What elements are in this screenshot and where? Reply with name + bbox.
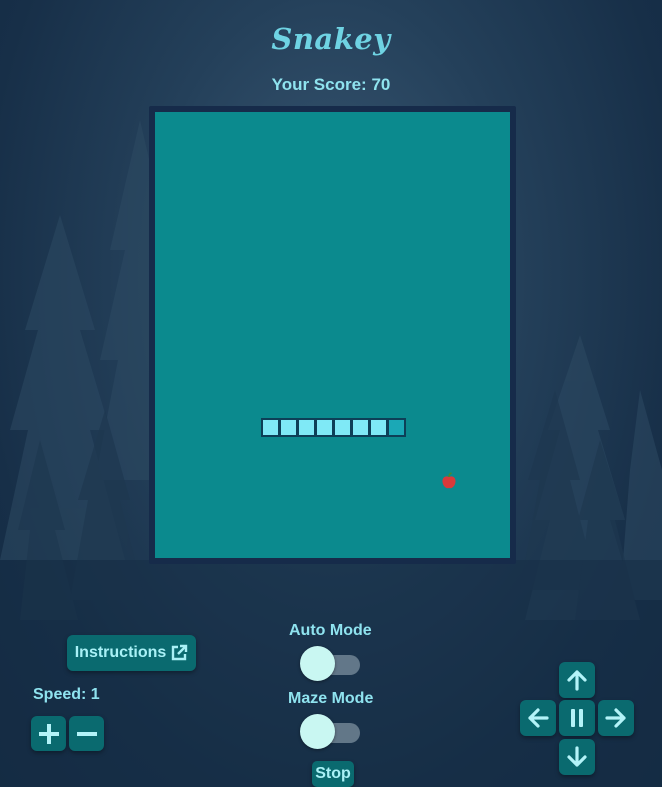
speed-increase-button[interactable] (31, 716, 66, 751)
snake-segment (279, 418, 298, 437)
game-board (149, 106, 516, 564)
instructions-label: Instructions (74, 644, 167, 661)
left-button[interactable] (520, 700, 556, 736)
snake-segment (333, 418, 352, 437)
arrow-right-icon (605, 708, 626, 728)
plus-icon (38, 723, 59, 744)
snake-segment (315, 418, 334, 437)
maze-mode-label: Maze Mode (288, 690, 374, 707)
score-display: Your Score: 70 (271, 75, 391, 94)
stop-button[interactable]: Stop (312, 761, 354, 787)
arrow-down-icon (567, 746, 587, 767)
instructions-button[interactable]: Instructions (67, 635, 196, 671)
up-button[interactable] (559, 662, 595, 698)
app-title: Snakey (271, 22, 391, 56)
toggle-knob (300, 646, 335, 681)
snake-segment (297, 418, 316, 437)
toggle-knob (300, 714, 335, 749)
arrow-left-icon (528, 708, 549, 728)
snake-segment (261, 418, 280, 437)
snake-segment (351, 418, 370, 437)
auto-mode-label: Auto Mode (289, 622, 372, 639)
down-button[interactable] (559, 739, 595, 775)
pause-button[interactable] (559, 700, 595, 736)
snake-segment (369, 418, 388, 437)
apple-icon (442, 472, 456, 489)
external-link-icon (172, 644, 188, 661)
right-button[interactable] (598, 700, 634, 736)
speed-label: Speed: 1 (33, 686, 100, 703)
speed-decrease-button[interactable] (69, 716, 104, 751)
stop-label: Stop (315, 765, 351, 782)
minus-icon (76, 731, 97, 736)
auto-mode-toggle[interactable] (300, 646, 362, 682)
arrow-up-icon (567, 670, 587, 691)
pause-icon (571, 709, 583, 727)
snake-head (387, 418, 406, 437)
maze-mode-toggle[interactable] (300, 714, 362, 750)
